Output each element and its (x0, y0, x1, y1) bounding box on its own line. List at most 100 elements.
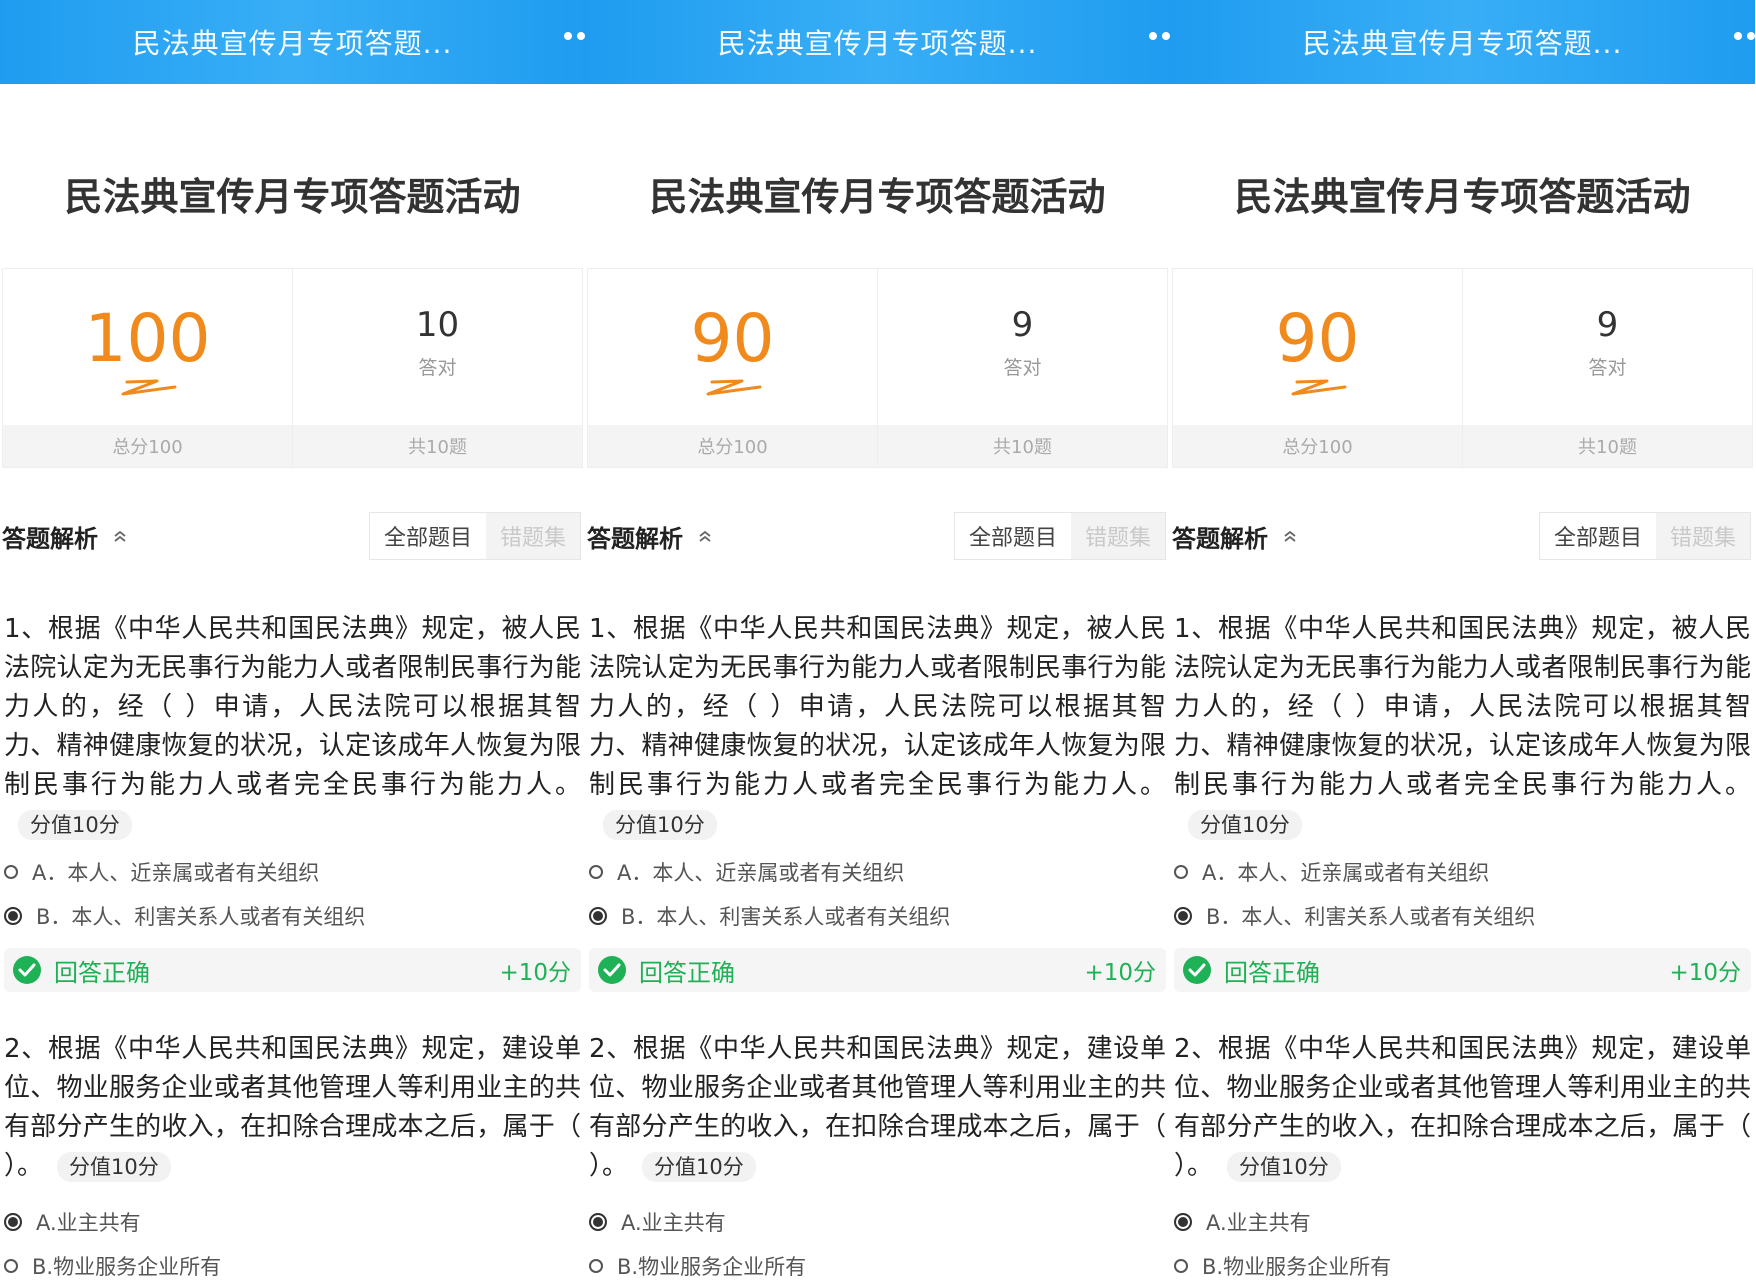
question-2-points-badge: 分值10分 (1227, 1151, 1341, 1182)
option-label: A．本人、近亲属或者有关组织 (32, 861, 320, 885)
more-options-icon[interactable] (564, 32, 585, 40)
option-label: A.业主共有 (1206, 1211, 1311, 1235)
score-cell: 100 总分100 (3, 269, 292, 467)
tab-all-questions[interactable]: 全部题目 (1539, 513, 1656, 559)
activity-title: 民法典宣传月专项答题活动 (64, 175, 521, 219)
correct-label: 答对 (1588, 356, 1627, 379)
option-label: B．本人、利害关系人或者有关组织 (1206, 905, 1536, 929)
analysis-toggle[interactable]: 答题解析 (587, 519, 713, 554)
question-1-text: 1、根据《中华人民共和国民法典》规定，被人民法院认定为无民事行为能力人或者限制民… (589, 614, 1166, 800)
correct-count: 9 (1596, 304, 1619, 345)
question-1-text: 1、根据《中华人民共和国民法典》规定，被人民法院认定为无民事行为能力人或者限制民… (1174, 614, 1751, 800)
question-1-text: 1、根据《中华人民共和国民法典》规定，被人民法院认定为无民事行为能力人或者限制民… (4, 614, 581, 800)
question-1-option-b[interactable]: B．本人、利害关系人或者有关组织 (589, 894, 1166, 938)
score-value: 90 (1275, 300, 1360, 377)
activity-title: 民法典宣传月专项答题活动 (649, 175, 1106, 219)
question-1-option-a[interactable]: A．本人、近亲属或者有关组织 (4, 850, 581, 894)
correct-count-cell: 10 答对 共10题 (292, 269, 582, 467)
question-2-option-b[interactable]: B.物业服务企业所有 (4, 1244, 581, 1280)
check-circle-icon (598, 956, 626, 984)
activity-title: 民法典宣传月专项答题活动 (1234, 175, 1691, 219)
total-score-label: 总分100 (1173, 425, 1462, 467)
score-card: 90 总分100 9 答对 共10题 (587, 268, 1168, 468)
radio-unselected-icon (1174, 865, 1188, 879)
question-2: 2、根据《中华人民共和国民法典》规定，建设单位、物业服务企业或者其他管理人等利用… (1170, 1030, 1755, 1280)
tab-all-questions[interactable]: 全部题目 (369, 513, 486, 559)
top-navigation-bar: 民法典宣传月专项答题... (0, 0, 585, 84)
question-2-option-b[interactable]: B.物业服务企业所有 (589, 1244, 1166, 1280)
question-filter-tabs: 全部题目 错题集 (953, 512, 1166, 560)
analysis-header: 答题解析 全部题目 错题集 (585, 512, 1170, 560)
score-cell: 90 总分100 (588, 269, 877, 467)
correct-label: 答对 (1003, 356, 1042, 379)
screen-panel-2: 民法典宣传月专项答题... 民法典宣传月专项答题活动 90 总分100 9 答对 (585, 0, 1170, 1280)
option-label: B.物业服务企业所有 (32, 1255, 222, 1279)
correct-label: 答对 (418, 356, 457, 379)
analysis-title: 答题解析 (1172, 524, 1268, 553)
radio-unselected-icon (1174, 1259, 1188, 1273)
question-filter-tabs: 全部题目 错题集 (368, 512, 581, 560)
total-questions-label: 共10题 (293, 425, 582, 467)
option-label: A.业主共有 (36, 1211, 141, 1235)
tab-wrong-questions[interactable]: 错题集 (1656, 513, 1750, 559)
check-circle-icon (13, 956, 41, 984)
more-options-icon[interactable] (1149, 32, 1170, 40)
analysis-toggle[interactable]: 答题解析 (2, 519, 128, 554)
score-swoosh-icon (1291, 379, 1346, 396)
option-label: A.业主共有 (621, 1211, 726, 1235)
question-2-option-a[interactable]: A.业主共有 (4, 1200, 581, 1244)
chevron-up-icon (114, 530, 126, 542)
radio-selected-icon (589, 1213, 607, 1231)
question-1-result-bar: 回答正确 +10分 (1174, 948, 1751, 992)
score-card: 100 总分100 10 答对 共10题 (2, 268, 583, 468)
tab-wrong-questions[interactable]: 错题集 (1071, 513, 1165, 559)
question-1-points-badge: 分值10分 (1188, 809, 1302, 840)
score-swoosh-icon (121, 379, 176, 396)
question-1-option-a[interactable]: A．本人、近亲属或者有关组织 (1174, 850, 1751, 894)
question-2-points-badge: 分值10分 (57, 1151, 171, 1182)
total-questions-label: 共10题 (878, 425, 1167, 467)
correct-count: 9 (1011, 304, 1034, 345)
radio-selected-icon (4, 1213, 22, 1231)
question-1-option-a[interactable]: A．本人、近亲属或者有关组织 (589, 850, 1166, 894)
question-2-points-badge: 分值10分 (642, 1151, 756, 1182)
score-card: 90 总分100 9 答对 共10题 (1172, 268, 1753, 468)
screen-panel-3: 民法典宣传月专项答题... 民法典宣传月专项答题活动 90 总分100 9 答对 (1170, 0, 1755, 1280)
result-points: +10分 (1669, 960, 1741, 986)
correct-count-cell: 9 答对 共10题 (877, 269, 1167, 467)
analysis-header: 答题解析 全部题目 错题集 (1170, 512, 1755, 560)
chevron-up-icon (1284, 530, 1296, 542)
more-options-icon[interactable] (1734, 32, 1755, 40)
score-swoosh-icon (706, 379, 761, 396)
score-value: 100 (84, 300, 211, 377)
result-text: 回答正确 (1224, 958, 1320, 987)
result-points: +10分 (499, 960, 571, 986)
top-navigation-bar: 民法典宣传月专项答题... (1170, 0, 1755, 84)
correct-count-cell: 9 答对 共10题 (1462, 269, 1752, 467)
topbar-title: 民法典宣传月专项答题... (717, 27, 1038, 60)
radio-selected-icon (1174, 1213, 1192, 1231)
topbar-title: 民法典宣传月专项答题... (1302, 27, 1623, 60)
result-text: 回答正确 (639, 958, 735, 987)
question-1-option-b[interactable]: B．本人、利害关系人或者有关组织 (1174, 894, 1751, 938)
tab-wrong-questions[interactable]: 错题集 (486, 513, 580, 559)
question-1-result-bar: 回答正确 +10分 (589, 948, 1166, 992)
question-2-option-a[interactable]: A.业主共有 (589, 1200, 1166, 1244)
question-1: 1、根据《中华人民共和国民法典》规定，被人民法院认定为无民事行为能力人或者限制民… (0, 610, 585, 992)
analysis-toggle[interactable]: 答题解析 (1172, 519, 1298, 554)
question-1-points-badge: 分值10分 (603, 809, 717, 840)
question-2-option-a[interactable]: A.业主共有 (1174, 1200, 1751, 1244)
question-1-option-b[interactable]: B．本人、利害关系人或者有关组织 (4, 894, 581, 938)
chevron-up-icon (699, 530, 711, 542)
question-1: 1、根据《中华人民共和国民法典》规定，被人民法院认定为无民事行为能力人或者限制民… (1170, 610, 1755, 992)
question-2-option-b[interactable]: B.物业服务企业所有 (1174, 1244, 1751, 1280)
total-questions-label: 共10题 (1463, 425, 1752, 467)
question-2: 2、根据《中华人民共和国民法典》规定，建设单位、物业服务企业或者其他管理人等利用… (585, 1030, 1170, 1280)
radio-unselected-icon (589, 1259, 603, 1273)
option-label: B．本人、利害关系人或者有关组织 (621, 905, 951, 929)
question-1: 1、根据《中华人民共和国民法典》规定，被人民法院认定为无民事行为能力人或者限制民… (585, 610, 1170, 992)
tab-all-questions[interactable]: 全部题目 (954, 513, 1071, 559)
option-label: B.物业服务企业所有 (1202, 1255, 1392, 1279)
question-1-points-badge: 分值10分 (18, 809, 132, 840)
question-filter-tabs: 全部题目 错题集 (1538, 512, 1751, 560)
